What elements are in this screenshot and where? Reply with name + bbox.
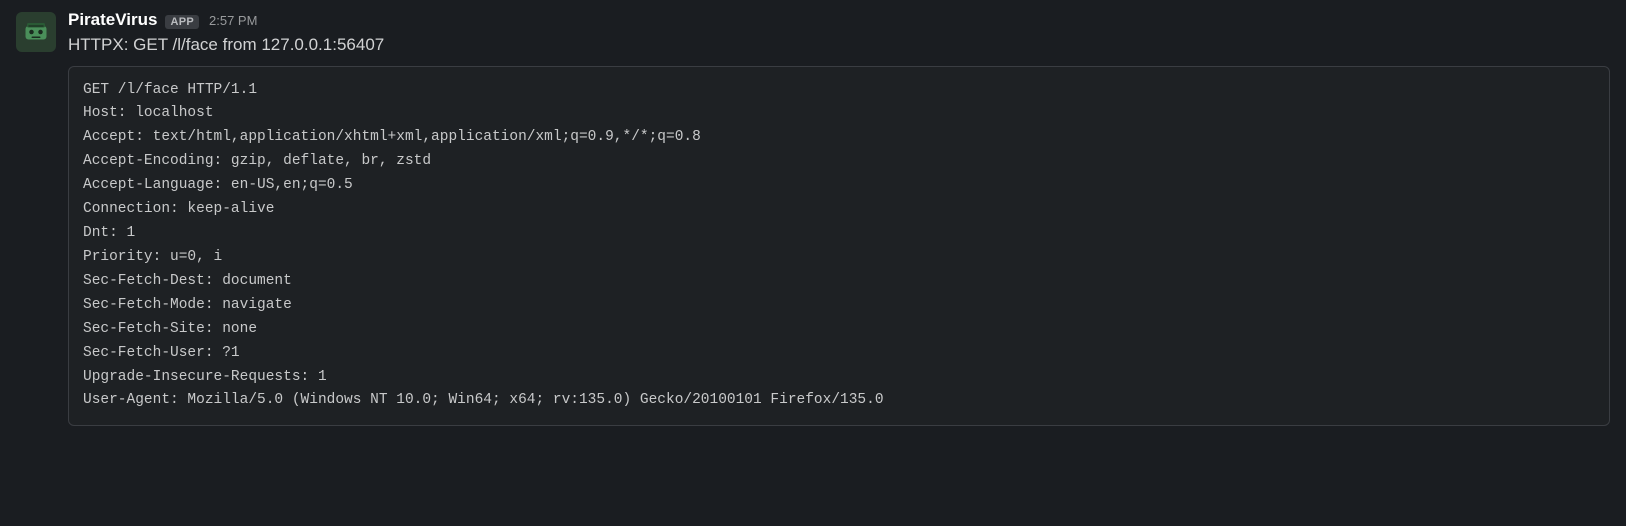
pirate-icon: [21, 17, 51, 47]
chat-message: PirateVirus APP 2:57 PM HTTPX: GET /l/fa…: [16, 10, 1610, 426]
message-text: HTTPX: GET /l/face from 127.0.0.1:56407: [68, 32, 1610, 58]
avatar[interactable]: [16, 12, 56, 52]
timestamp[interactable]: 2:57 PM: [209, 13, 257, 28]
code-block[interactable]: GET /l/face HTTP/1.1 Host: localhost Acc…: [68, 66, 1610, 427]
message-content: PirateVirus APP 2:57 PM HTTPX: GET /l/fa…: [68, 10, 1610, 426]
sender-name[interactable]: PirateVirus: [68, 10, 157, 30]
app-badge: APP: [165, 15, 199, 29]
message-header: PirateVirus APP 2:57 PM: [68, 10, 1610, 30]
